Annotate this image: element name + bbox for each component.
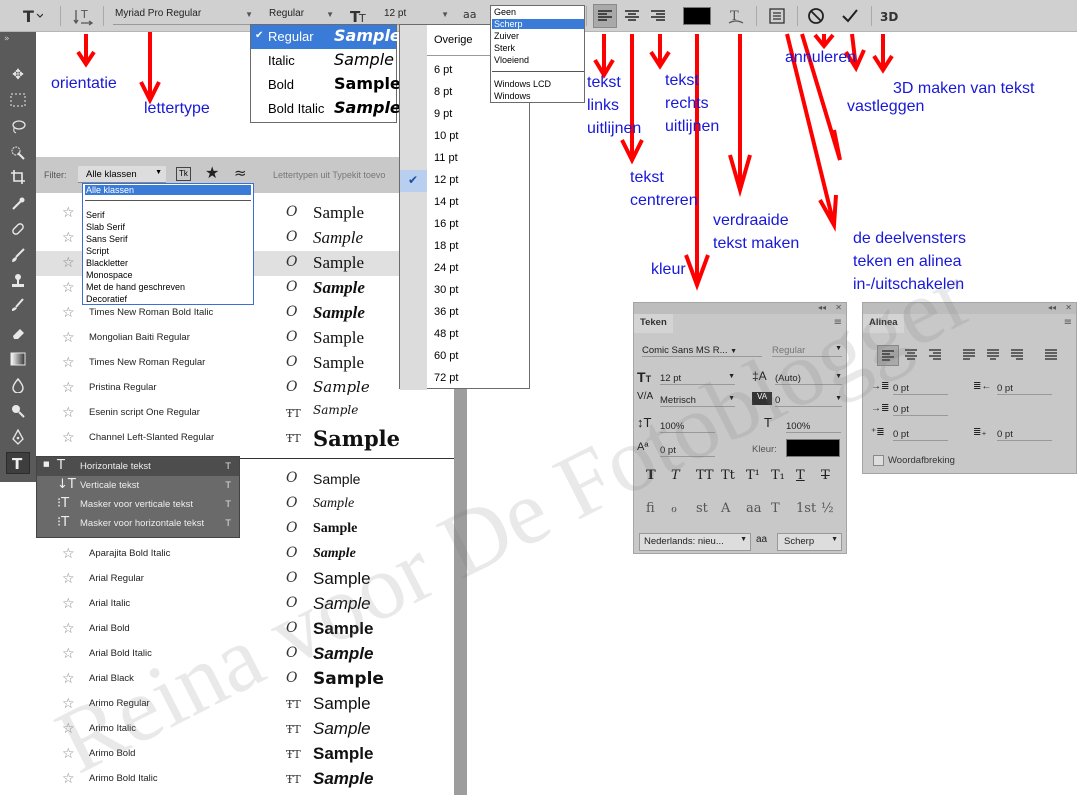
justify-right-button[interactable] bbox=[1007, 345, 1027, 367]
kerning-icon: V/A bbox=[637, 391, 654, 402]
annotation-align-center: tekst centreren bbox=[630, 169, 698, 209]
char-antialias-select[interactable]: Scherp ▼ bbox=[777, 533, 842, 551]
vertical-scale-icon: ↕T bbox=[637, 415, 652, 430]
tracking-icon: VA bbox=[752, 392, 772, 405]
superscript-button[interactable]: T¹ bbox=[746, 468, 760, 483]
character-panel: ◂◂ ✕ Teken ≡ Comic Sans MS R... ▼ Regula… bbox=[633, 302, 847, 554]
char-hscale-field[interactable]: 100% bbox=[786, 421, 841, 433]
faux-italic-button[interactable]: T bbox=[671, 468, 680, 483]
ligatures-button[interactable]: fi bbox=[646, 501, 655, 516]
justify-center-button[interactable] bbox=[983, 345, 1003, 367]
panel-menu-icon[interactable]: ≡ bbox=[834, 317, 842, 328]
hyphenate-checkbox[interactable] bbox=[873, 455, 884, 466]
paragraph-panel: ◂◂ ✕ Alinea ≡ →≣ 0 pt ≣← 0 pt →≣ 0 pt ⁺≣… bbox=[862, 302, 1077, 474]
fractions-button[interactable]: ½ bbox=[821, 501, 834, 516]
para-align-center-button[interactable] bbox=[901, 345, 921, 367]
discretionary-ligatures-button[interactable]: ℴ bbox=[671, 501, 677, 516]
hyphenate-label: Woordafbreking bbox=[888, 455, 955, 466]
antialias-icon: aa bbox=[756, 534, 768, 545]
justify-left-button[interactable] bbox=[959, 345, 979, 367]
annotation-align-right: tekst rechts uitlijnen bbox=[665, 72, 720, 135]
char-kerning-field[interactable]: Metrisch ▼ bbox=[660, 395, 735, 407]
annotation-3d: 3D maken van tekst bbox=[893, 80, 1035, 97]
tab-paragraph[interactable]: Alinea bbox=[863, 314, 904, 333]
char-color-swatch[interactable] bbox=[786, 439, 840, 457]
char-baseline-field[interactable]: 0 pt bbox=[660, 445, 715, 457]
ordinals-button[interactable]: T bbox=[771, 501, 780, 516]
char-font-select[interactable]: Comic Sans MS R... ▼ bbox=[642, 345, 762, 357]
char-color-label: Kleur: bbox=[752, 444, 777, 455]
close-icon[interactable]: ✕ bbox=[1065, 303, 1072, 312]
char-language-select[interactable]: Nederlands: nieu... ▼ bbox=[639, 533, 751, 551]
all-caps-button[interactable]: TT bbox=[696, 468, 714, 483]
annotation-orientation: orientatie bbox=[51, 75, 117, 92]
para-space-before-field[interactable]: 0 pt bbox=[893, 429, 948, 441]
annotation-font: lettertype bbox=[144, 100, 210, 117]
subscript-button[interactable]: T₁ bbox=[771, 468, 785, 483]
para-first-line-field[interactable]: 0 pt bbox=[893, 404, 948, 416]
annotation-panels: de deelvensters teken en alinea in-/uits… bbox=[853, 230, 966, 293]
collapse-icon[interactable]: ◂◂ bbox=[1048, 303, 1056, 312]
collapse-icon[interactable]: ◂◂ bbox=[818, 303, 826, 312]
first-line-indent-icon: →≣ bbox=[871, 403, 890, 414]
faux-bold-button[interactable]: T bbox=[646, 468, 656, 483]
strikethrough-button[interactable]: T bbox=[821, 468, 830, 483]
annotation-align-left: tekst links uitlijnen bbox=[587, 74, 642, 137]
justify-all-button[interactable] bbox=[1041, 345, 1061, 367]
space-after-icon: ≣₊ bbox=[973, 427, 987, 438]
para-space-after-field[interactable]: 0 pt bbox=[997, 429, 1052, 441]
small-caps-button[interactable]: Tt bbox=[721, 468, 735, 483]
close-icon[interactable]: ✕ bbox=[835, 303, 842, 312]
char-size-field[interactable]: 12 pt ▼ bbox=[660, 373, 735, 385]
ordinal-button[interactable]: 1st bbox=[796, 501, 816, 516]
indent-left-icon: →≣ bbox=[871, 381, 890, 392]
space-before-icon: ⁺≣ bbox=[871, 427, 885, 438]
char-tracking-field[interactable]: 0 ▼ bbox=[775, 395, 842, 407]
para-align-right-button[interactable] bbox=[925, 345, 945, 367]
baseline-shift-icon: Aª bbox=[637, 441, 649, 453]
panel-menu-icon[interactable]: ≡ bbox=[1064, 317, 1072, 328]
para-indent-left-field[interactable]: 0 pt bbox=[893, 383, 948, 395]
para-align-left-button[interactable] bbox=[877, 345, 899, 366]
char-style-select[interactable]: Regular ▼ bbox=[772, 345, 842, 357]
char-leading-field[interactable]: (Auto) ▼ bbox=[775, 373, 842, 385]
indent-right-icon: ≣← bbox=[973, 381, 992, 392]
underline-button[interactable]: T bbox=[796, 468, 805, 483]
titling-button[interactable]: aa bbox=[746, 501, 762, 516]
swash-button[interactable]: A bbox=[721, 501, 730, 516]
stylistic-alternates-button[interactable]: st bbox=[696, 501, 708, 516]
annotation-color: kleur bbox=[651, 261, 686, 278]
char-vscale-field[interactable]: 100% bbox=[660, 421, 715, 433]
annotation-cancel: annuleren bbox=[785, 49, 857, 66]
para-indent-right-field[interactable]: 0 pt bbox=[997, 383, 1052, 395]
horizontal-scale-icon: T bbox=[764, 415, 772, 430]
tab-character[interactable]: Teken bbox=[634, 314, 673, 333]
annotation-warp: verdraaide tekst maken bbox=[713, 212, 800, 252]
font-size-icon: TT bbox=[637, 369, 652, 385]
leading-icon: ‡A bbox=[752, 369, 767, 383]
